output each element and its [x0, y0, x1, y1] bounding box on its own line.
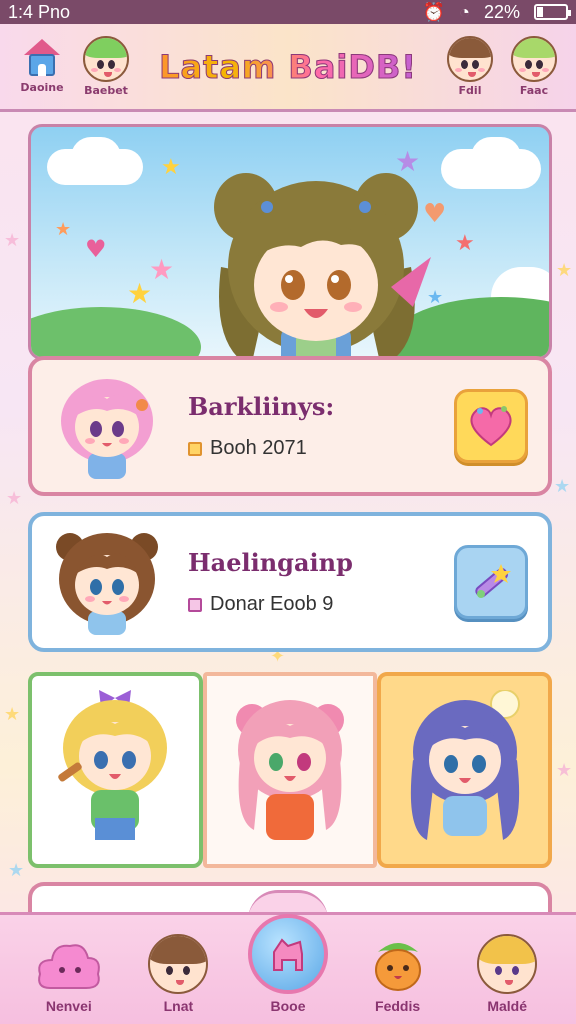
favorite-button[interactable]	[454, 389, 528, 463]
brown-hair-character-avatar	[52, 527, 162, 637]
cloud	[71, 137, 121, 177]
hero-character-illustration	[214, 173, 431, 357]
character-gallery	[28, 672, 553, 868]
header-home-label: Daoine	[20, 81, 64, 94]
sparkle-icon: ★	[554, 476, 571, 497]
alarm-icon: ⏰	[422, 1, 446, 22]
star-icon: ★	[55, 219, 72, 240]
nav-item-lnat[interactable]: Lnat	[124, 934, 234, 1014]
header-friend-label: Faac	[519, 84, 549, 97]
bear-avatar-icon	[148, 934, 209, 994]
purple-hair-character-illustration	[410, 690, 520, 840]
header-avatar-button[interactable]: Baebet	[74, 36, 138, 97]
battery-percent: 22%	[483, 1, 520, 22]
character-tile-blonde[interactable]	[28, 672, 203, 868]
fruit-icon	[374, 943, 421, 991]
app-title: Latam BaiDB!	[138, 47, 438, 86]
profile-name: Barkliinys:	[188, 392, 335, 421]
book-icon	[188, 441, 202, 456]
sparkle-icon: ★	[4, 230, 21, 251]
star-icon: ★	[455, 231, 475, 256]
hero-banner[interactable]: ★ ★ ♥ ★ ★ ♥ ★ ★ ★	[28, 124, 552, 360]
character-tile-pink[interactable]	[202, 672, 378, 868]
header-profile-button[interactable]: Fdil	[438, 36, 502, 97]
blonde-character-illustration	[58, 690, 168, 840]
nav-label: Booe	[270, 998, 306, 1014]
blonde-avatar-icon	[477, 934, 538, 994]
home-icon	[22, 39, 62, 79]
nav-label: Maldé	[487, 998, 528, 1014]
magic-wand-button[interactable]	[454, 545, 528, 619]
profile-card[interactable]: Barkliinys: Booh 2071	[28, 356, 552, 496]
app-header: Daoine Baebet Latam BaiDB! Fdil Faac	[0, 24, 576, 112]
nav-item-feddis[interactable]: Feddis	[343, 936, 453, 1014]
horse-icon	[272, 938, 303, 971]
status-time: 1:4 Pno	[8, 1, 71, 22]
avatar-brown-icon	[447, 36, 493, 82]
header-avatar-label: Baebet	[84, 84, 128, 97]
avatar-green-icon	[83, 36, 129, 82]
header-friend-button[interactable]: Faac	[502, 36, 566, 97]
nav-label: Feddis	[375, 998, 421, 1014]
nav-item-malde[interactable]: Maldé	[452, 934, 562, 1014]
nav-label: Lnat	[163, 998, 194, 1014]
sparkle-icon: ★	[6, 488, 23, 509]
sparkle-icon: ★	[4, 704, 21, 725]
star-icon: ★	[161, 155, 181, 180]
wifi-icon: ◔	[459, 1, 470, 22]
star-icon: ★	[149, 253, 175, 286]
header-profile-label: Fdil	[458, 84, 482, 97]
cloud	[471, 137, 521, 177]
heart-icon	[470, 406, 512, 447]
header-home-button[interactable]: Daoine	[10, 39, 74, 94]
pink-hair-character-avatar	[52, 371, 162, 481]
nav-center-button	[247, 914, 328, 994]
character-tile-purple[interactable]	[377, 672, 553, 868]
battery-icon	[534, 4, 571, 20]
bottom-navigation: Nenvei Lnat Booe Feddis Maldé	[0, 912, 576, 1024]
profile-name: Haelingainp	[188, 548, 353, 577]
profile-subtitle: Booh 2071	[210, 437, 307, 459]
nav-item-booe[interactable]: Booe	[233, 914, 343, 1014]
heart-icon: ♥	[85, 235, 107, 263]
profile-card[interactable]: Haelingainp Donar Eoob 9	[28, 512, 552, 652]
wand-icon	[475, 564, 511, 598]
pink-character-illustration	[236, 700, 344, 840]
profile-subtitle: Donar Eoob 9	[210, 593, 334, 615]
nav-label: Nenvei	[45, 998, 92, 1014]
nav-item-nenvei[interactable]: Nenvei	[14, 938, 124, 1014]
status-bar: 1:4 Pno ⏰ ◔ 22%	[0, 0, 576, 24]
tag-icon	[188, 597, 202, 612]
avatar-green-2-icon	[511, 36, 557, 82]
sparkle-icon: ★	[556, 260, 573, 281]
cloud-icon	[37, 944, 100, 989]
sparkle-icon: ★	[556, 760, 573, 781]
sparkle-icon: ★	[8, 860, 25, 881]
hill	[31, 307, 201, 357]
